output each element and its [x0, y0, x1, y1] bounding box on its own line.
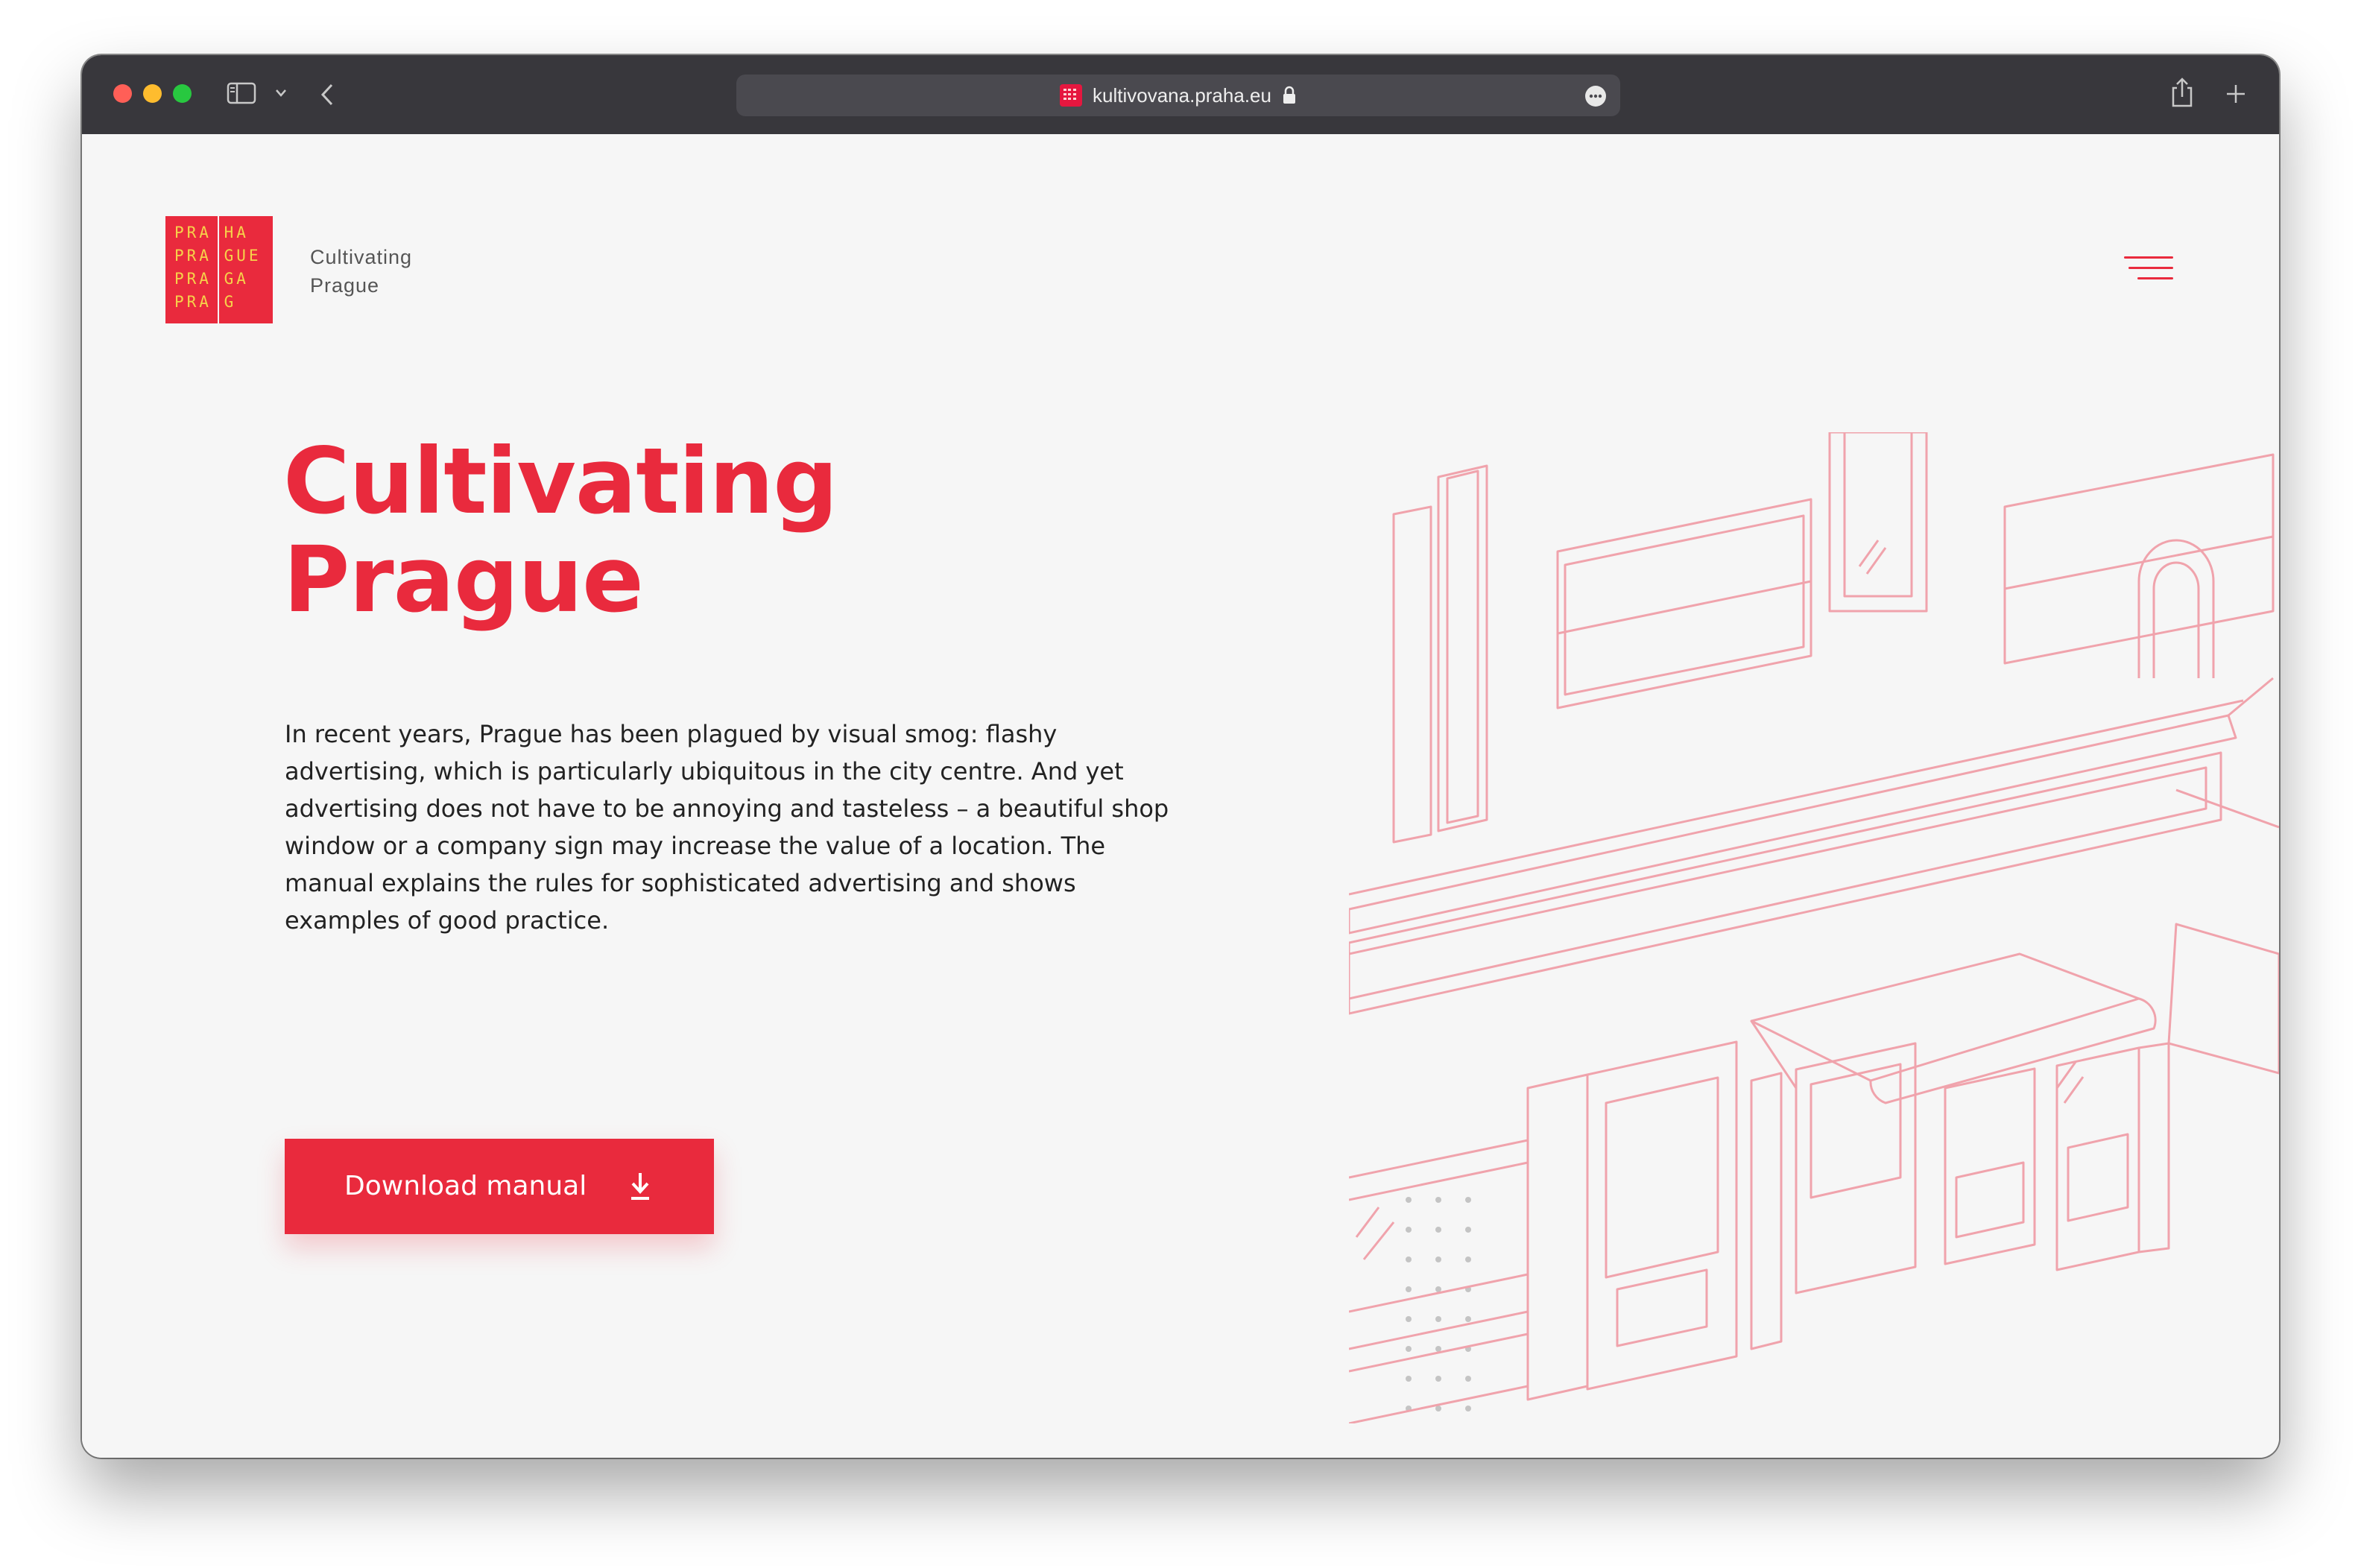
grid-dot: [1435, 1286, 1441, 1292]
title-line: Prague: [283, 527, 644, 633]
grid-dot: [1406, 1346, 1412, 1352]
logo-line: PRA GUE: [174, 247, 262, 265]
address-bar[interactable]: kultivovana.praha.eu: [736, 75, 1620, 116]
grid-dot: [1435, 1197, 1441, 1203]
grid-dot: [1406, 1286, 1412, 1292]
title-line: Cultivating: [283, 429, 838, 534]
menu-line: [2128, 267, 2173, 269]
praha-logo[interactable]: PRA HA PRA GUE PRA GA PRA G: [165, 216, 273, 323]
grid-dot: [1435, 1346, 1441, 1352]
logo-line: PRA GA: [174, 270, 249, 288]
grid-dot: [1435, 1256, 1441, 1262]
grid-dot: [1465, 1256, 1471, 1262]
grid-dot: [1406, 1227, 1412, 1233]
grid-dot: [1465, 1197, 1471, 1203]
grid-dot: [1465, 1227, 1471, 1233]
menu-line: [2137, 277, 2173, 279]
browser-toolbar: kultivovana.praha.eu: [82, 55, 2279, 134]
grid-dot: [1465, 1376, 1471, 1382]
grid-dot: [1406, 1197, 1412, 1203]
share-icon[interactable]: [2169, 76, 2196, 109]
intro-paragraph: In recent years, Prague has been plagued…: [285, 720, 1169, 935]
lock-icon: [1283, 86, 1295, 104]
url-text: kultivovana.praha.eu: [1093, 83, 1271, 107]
grid-dot: [1465, 1316, 1471, 1322]
grid-dot: [1435, 1406, 1441, 1411]
grid-dot: [1435, 1376, 1441, 1382]
page-title: Cultivating Prague: [283, 432, 1103, 629]
browser-window: kultivovana.praha.eu PRA HA PRA GUE PRA …: [82, 55, 2279, 1458]
close-window-button[interactable]: [113, 84, 132, 103]
grid-dot: [1435, 1316, 1441, 1322]
grid-dot: [1465, 1406, 1471, 1411]
hamburger-menu-icon[interactable]: [2124, 256, 2173, 283]
download-button-label: Download manual: [344, 1171, 587, 1201]
site-favicon-icon: [1060, 84, 1083, 107]
brand-line: Prague: [310, 274, 380, 297]
new-tab-icon[interactable]: [2225, 83, 2246, 104]
logo-line: PRA G: [174, 293, 237, 311]
sidebar-icon[interactable]: [227, 82, 256, 104]
download-manual-button[interactable]: Download manual: [285, 1139, 714, 1234]
grid-dot: [1406, 1256, 1412, 1262]
logo-line: PRA HA: [174, 224, 249, 241]
back-icon[interactable]: [319, 82, 335, 107]
grid-dot: [1406, 1376, 1412, 1382]
zoom-window-button[interactable]: [173, 84, 192, 103]
page-content: PRA HA PRA GUE PRA GA PRA G Cultivating …: [82, 134, 2279, 1458]
more-icon[interactable]: [1584, 85, 1607, 107]
minimize-window-button[interactable]: [143, 84, 162, 103]
brand-line: Cultivating: [310, 246, 413, 268]
grid-dot: [1435, 1227, 1441, 1233]
menu-line: [2124, 256, 2173, 259]
download-icon: [631, 1173, 649, 1200]
chevron-down-icon[interactable]: [274, 88, 288, 98]
brand-name[interactable]: Cultivating Prague: [310, 243, 474, 300]
grid-dot: [1406, 1316, 1412, 1322]
shopfront-illustration: [1349, 432, 2279, 1423]
